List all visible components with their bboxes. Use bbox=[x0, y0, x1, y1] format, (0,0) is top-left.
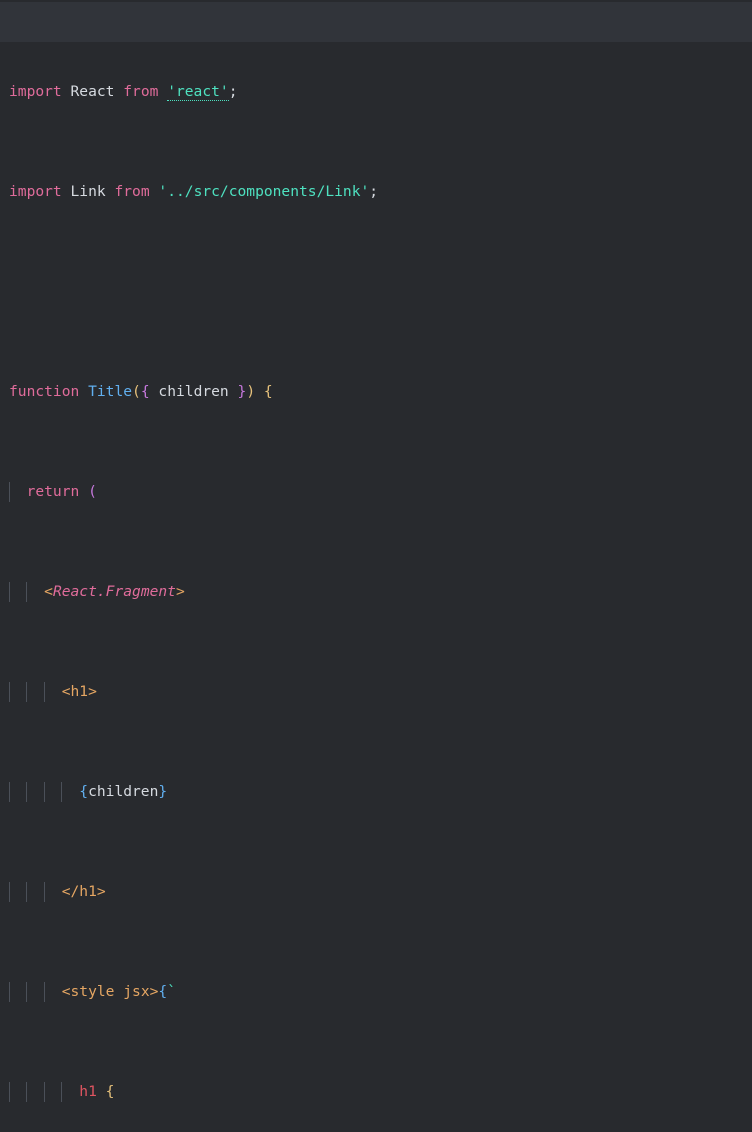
token-function-name-title: Title bbox=[88, 383, 133, 400]
token-angle-close: > bbox=[96, 883, 106, 900]
token-identifier-react: React bbox=[70, 83, 115, 100]
indent-guide bbox=[44, 882, 45, 902]
code-line-4[interactable]: function Title({ children }) { bbox=[0, 382, 752, 402]
code-line-9[interactable]: </h1> bbox=[0, 882, 752, 902]
indent-guide bbox=[9, 682, 10, 702]
indent-guide bbox=[26, 982, 27, 1002]
token-keyword-import: import bbox=[9, 83, 62, 100]
token-angle-open: < bbox=[61, 683, 71, 700]
indent-guide bbox=[61, 1082, 62, 1102]
token-tag-style: style bbox=[70, 983, 115, 1000]
indent-guide bbox=[44, 1082, 45, 1102]
indent-guide bbox=[26, 782, 27, 802]
token-component-react-fragment: React.Fragment bbox=[52, 583, 176, 600]
token-angle-close: > bbox=[175, 583, 185, 600]
indent-guide bbox=[61, 782, 62, 802]
token-brace-open: { bbox=[140, 383, 150, 400]
code-line-3-blank[interactable] bbox=[0, 282, 752, 302]
code-content[interactable]: import React from 'react'; import Link f… bbox=[0, 0, 752, 1132]
indent-guide bbox=[44, 682, 45, 702]
indent-guide bbox=[9, 482, 10, 502]
indent-guide bbox=[44, 982, 45, 1002]
code-line-6[interactable]: <React.Fragment> bbox=[0, 582, 752, 602]
token-css-brace-open: { bbox=[105, 1083, 115, 1100]
indent-guide bbox=[44, 782, 45, 802]
token-keyword-import: import bbox=[9, 183, 62, 200]
indent-guide bbox=[9, 1082, 10, 1102]
token-keyword-function: function bbox=[9, 383, 80, 400]
code-line-8[interactable]: {children} bbox=[0, 782, 752, 802]
token-param-children: children bbox=[158, 383, 229, 400]
token-semicolon: ; bbox=[369, 183, 379, 200]
token-keyword-from: from bbox=[114, 183, 150, 200]
token-angle-close: > bbox=[149, 983, 159, 1000]
indent-guide bbox=[26, 682, 27, 702]
token-body-brace-open: { bbox=[263, 383, 273, 400]
code-line-10[interactable]: <style jsx>{` bbox=[0, 982, 752, 1002]
token-keyword-from: from bbox=[123, 83, 159, 100]
token-angle-open: < bbox=[44, 583, 53, 600]
indent-guide bbox=[9, 582, 10, 602]
indent-guide bbox=[26, 882, 27, 902]
token-paren-open: ( bbox=[132, 383, 141, 400]
code-line-5[interactable]: return ( bbox=[0, 482, 752, 502]
token-module-path-link[interactable]: '../src/components/Link' bbox=[158, 183, 369, 200]
token-semicolon: ; bbox=[228, 83, 238, 100]
indent-guide bbox=[26, 582, 27, 602]
code-line-7[interactable]: <h1> bbox=[0, 682, 752, 702]
token-brace-close: } bbox=[237, 383, 247, 400]
token-css-selector-h1: h1 bbox=[79, 1083, 97, 1100]
token-expr-brace-open: { bbox=[158, 983, 168, 1000]
indent-guide bbox=[26, 1082, 27, 1102]
code-line-1[interactable]: import React from 'react'; bbox=[0, 82, 752, 102]
indent-guide bbox=[9, 882, 10, 902]
token-module-path-react[interactable]: 'react' bbox=[167, 83, 229, 101]
token-angle-open: < bbox=[61, 983, 71, 1000]
code-line-11[interactable]: h1 { bbox=[0, 1082, 752, 1102]
code-editor[interactable]: import React from 'react'; import Link f… bbox=[0, 0, 752, 1102]
token-expr-children: children bbox=[88, 783, 159, 800]
token-expr-brace-open: { bbox=[79, 783, 89, 800]
token-identifier-link: Link bbox=[70, 183, 106, 200]
token-tag-h1-open: h1 bbox=[70, 683, 89, 700]
token-expr-brace-close: } bbox=[158, 783, 168, 800]
token-attribute-jsx: jsx bbox=[123, 983, 150, 1000]
token-closing-tag-h1: </ bbox=[61, 883, 80, 900]
token-backtick-open: ` bbox=[167, 983, 176, 1000]
indent-guide bbox=[9, 782, 10, 802]
token-tag-h1-close: h1 bbox=[79, 883, 97, 900]
token-angle-close: > bbox=[88, 683, 97, 700]
token-paren-close: ) bbox=[246, 383, 256, 400]
indent-guide bbox=[9, 982, 10, 1002]
code-line-2[interactable]: import Link from '../src/components/Link… bbox=[0, 182, 752, 202]
token-keyword-return: return bbox=[26, 483, 80, 500]
token-paren-open: ( bbox=[88, 483, 97, 500]
